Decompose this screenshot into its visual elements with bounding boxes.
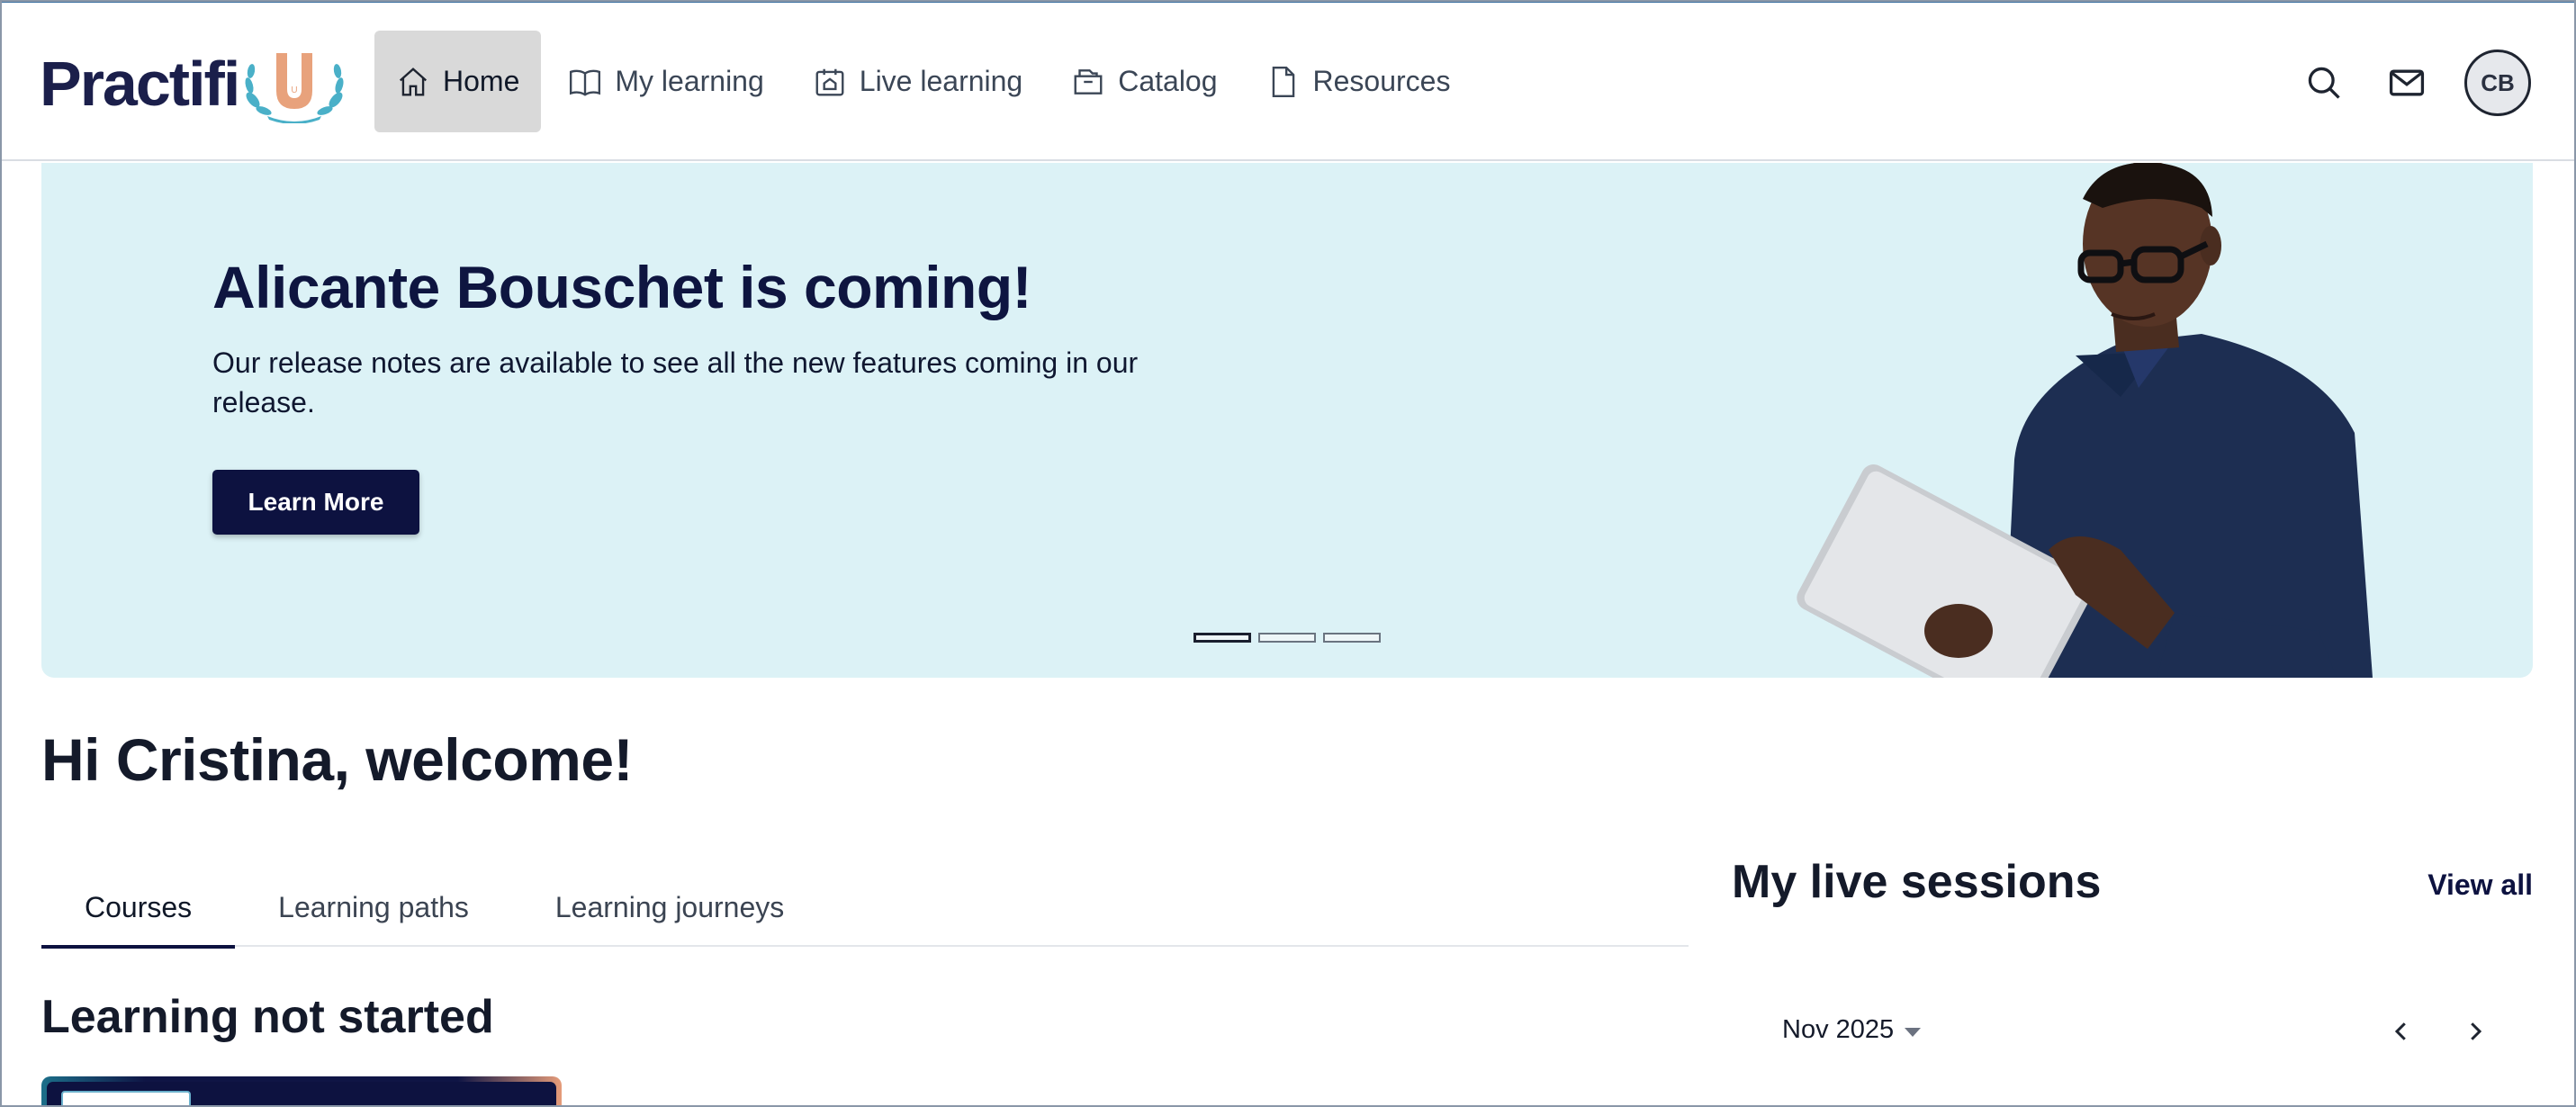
- carousel-dot-3[interactable]: [1323, 633, 1381, 643]
- nav-home[interactable]: Home: [374, 31, 542, 132]
- document-icon: [1272, 66, 1294, 97]
- nav-live-learning[interactable]: Live learning: [791, 31, 1044, 132]
- nav-home-label: Home: [443, 65, 520, 97]
- nav-resources[interactable]: Resources: [1245, 31, 1473, 132]
- main-nav: Home My learning Live learning Catalog R…: [374, 31, 1477, 132]
- course-card-badge: [61, 1091, 191, 1107]
- carousel-dot-1[interactable]: [1193, 633, 1251, 643]
- search-button[interactable]: [2292, 50, 2356, 115]
- chevron-left-icon: [2394, 1022, 2406, 1040]
- user-avatar[interactable]: CB: [2464, 50, 2531, 116]
- caret-down-icon: [1905, 1027, 1922, 1037]
- carousel-indicators: [1193, 633, 1388, 643]
- course-card[interactable]: [41, 1076, 562, 1107]
- calendar-icon: [815, 68, 844, 95]
- hero-description: Our release notes are available to see a…: [212, 346, 1139, 418]
- month-label: Nov 2025: [1782, 1015, 1895, 1044]
- messages-button[interactable]: [2374, 50, 2439, 115]
- nav-my-learning-label: My learning: [615, 65, 764, 97]
- top-header: Practifi U Home My learning Live learnin…: [0, 3, 2576, 161]
- nav-live-learning-label: Live learning: [859, 65, 1023, 97]
- previous-month-button[interactable]: [2382, 1012, 2421, 1051]
- nav-catalog-label: Catalog: [1118, 65, 1218, 97]
- logo-wordmark: Practifi: [40, 49, 240, 119]
- folder-icon: [1074, 68, 1103, 94]
- month-selector[interactable]: Nov 2025: [1782, 1015, 1922, 1045]
- carousel-dot-2[interactable]: [1258, 633, 1316, 643]
- home-icon: [399, 67, 428, 95]
- tab-learning-journeys[interactable]: Learning journeys: [512, 868, 827, 947]
- header-actions: CB: [2274, 50, 2531, 116]
- mail-icon: [2389, 69, 2425, 96]
- hero-person-with-tablet-image: [1797, 163, 2373, 678]
- hero-banner: Alicante Bouschet is coming! Our release…: [41, 163, 2533, 678]
- learning-tabs: Courses Learning paths Learning journeys: [41, 868, 1689, 949]
- next-month-button[interactable]: [2455, 1012, 2495, 1051]
- svg-text:U: U: [292, 86, 298, 95]
- tab-courses[interactable]: Courses: [41, 868, 236, 949]
- hero-title: Alicante Bouschet is coming!: [212, 254, 1032, 320]
- live-sessions-heading: My live sessions: [1732, 856, 2102, 908]
- practifi-logo[interactable]: Practifi U: [40, 44, 348, 123]
- tab-learning-paths[interactable]: Learning paths: [235, 868, 512, 947]
- nav-my-learning[interactable]: My learning: [546, 31, 785, 132]
- search-icon: [2308, 67, 2340, 99]
- book-icon: [570, 69, 601, 96]
- view-all-link[interactable]: View all: [2427, 868, 2533, 902]
- nav-resources-label: Resources: [1312, 65, 1451, 97]
- chevron-right-icon: [2471, 1022, 2482, 1040]
- nav-catalog[interactable]: Catalog: [1049, 31, 1238, 132]
- learning-not-started-heading: Learning not started: [41, 991, 494, 1043]
- welcome-heading: Hi Cristina, welcome!: [41, 726, 634, 793]
- laurel-u-logo-icon: U: [245, 53, 344, 123]
- learn-more-button[interactable]: Learn More: [212, 470, 419, 535]
